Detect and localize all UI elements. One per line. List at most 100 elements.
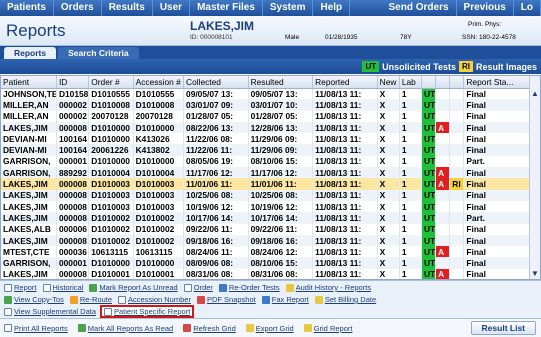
table-row[interactable]: GARRISON, 000001 D1010000 D1010000 08/09/06 … xyxy=(1,257,531,269)
cell-status: Final xyxy=(463,246,531,258)
col-resulted[interactable]: Resulted xyxy=(248,76,314,89)
menu-user[interactable]: User xyxy=(153,0,191,16)
cell-ri xyxy=(449,268,465,279)
col-ri-flag[interactable] xyxy=(449,76,465,89)
re-route-action[interactable]: Re-Route xyxy=(69,295,112,304)
cell-ri xyxy=(449,88,465,100)
table-row[interactable]: LAKES,JIM 000008 D1010003 D1010003 11/01/06 … xyxy=(1,178,531,190)
pdf-label: PDF Snapshot xyxy=(206,295,256,304)
pdf-snapshot-action[interactable]: PDF Snapshot xyxy=(196,295,256,304)
menu-send-orders[interactable]: Send Orders xyxy=(382,0,457,16)
col-report-status[interactable]: Report Sta... xyxy=(463,76,531,89)
cell-new: X xyxy=(377,144,400,156)
col-id[interactable]: ID xyxy=(56,76,90,89)
menu-patients[interactable]: Patients xyxy=(0,0,54,16)
patient-id: ID: 000008101 xyxy=(190,34,233,41)
cell-ab xyxy=(435,110,451,122)
table-row[interactable]: LAKES,ALB 000006 D1010002 D1010002 09/22/06 … xyxy=(1,223,531,235)
menu-master-files[interactable]: Master Files xyxy=(190,0,263,16)
cell-patient: DEVIAN-MI xyxy=(1,144,57,156)
table-row[interactable]: LAKES,JIM 000008 D1010002 D1010002 09/18/06 … xyxy=(1,234,531,247)
fax-report-action[interactable]: Fax Report xyxy=(261,295,309,304)
cell-res: 11/17/06 12: xyxy=(248,167,314,179)
cell-res: 11/29/06 09: xyxy=(248,144,314,156)
cell-status: Final xyxy=(463,257,531,269)
page-title: Reports xyxy=(6,21,66,40)
table-row[interactable]: JOHNSON,TE D10158 D1010555 D1010555 09/05/07… xyxy=(1,88,531,100)
mark-all-read-action[interactable]: Mark All Reports As Read xyxy=(77,324,173,333)
menu-logout[interactable]: Lo xyxy=(514,0,541,16)
cell-acc: D1010555 xyxy=(133,88,185,100)
table-row[interactable]: MTEST,CTE 000036 10613115 10613115 08/24/06 … xyxy=(1,246,531,258)
reorder-tests-action[interactable]: Re-Order Tests xyxy=(218,283,280,292)
table-row[interactable]: LAKES,JIM 000008 D1010003 D1010003 10/19/06 … xyxy=(1,200,531,213)
tab-search-criteria[interactable]: Search Criteria xyxy=(58,47,139,59)
audit-history-action[interactable]: Audit History - Reports xyxy=(285,283,371,292)
result-list-button[interactable]: Result List xyxy=(470,321,536,335)
col-reported[interactable]: Reported xyxy=(312,76,378,89)
scroll-down-icon[interactable]: ▼ xyxy=(530,269,540,279)
col-order[interactable]: Order # xyxy=(88,76,134,89)
print-icon xyxy=(4,324,12,332)
tab-reports[interactable]: Reports xyxy=(4,47,57,59)
view-supplemental-data-action[interactable]: View Supplemental Data xyxy=(4,307,96,316)
col-collected[interactable]: Collected xyxy=(183,76,249,89)
table-row[interactable]: DEVIAN-MI 100164 20061226 K413802 11/22/06 1… xyxy=(1,144,531,156)
order-action[interactable]: Order xyxy=(183,283,213,292)
menu-results[interactable]: Results xyxy=(102,0,153,16)
grid-report-action[interactable]: Grid Report xyxy=(303,324,352,333)
table-row[interactable]: LAKES,JIM 000008 D1010000 D1010000 08/22/06 … xyxy=(1,121,531,134)
col-new[interactable]: New xyxy=(377,76,400,89)
patient-sex: Male xyxy=(285,34,300,41)
print-all-reports-action[interactable]: Print All Reports xyxy=(4,324,68,333)
cell-acc: D1010000 xyxy=(133,121,185,134)
menu-help[interactable]: Help xyxy=(313,0,351,16)
menu-orders[interactable]: Orders xyxy=(54,0,102,16)
report-action[interactable]: Report xyxy=(4,283,37,292)
cell-id: 889292 xyxy=(56,167,90,179)
cell-coll: 10/17/06 14: xyxy=(183,212,249,224)
col-accession[interactable]: Accession # xyxy=(133,76,185,89)
cell-lab: 1 xyxy=(399,155,423,168)
cell-new: X xyxy=(377,257,400,269)
menu-system[interactable]: System xyxy=(263,0,314,16)
cell-status: Part. xyxy=(463,212,531,224)
cell-ri: RI xyxy=(449,178,465,190)
table-row[interactable]: DEVIAN-MI 100164 D1010000 K413026 11/22/06 0… xyxy=(1,133,531,145)
col-ut-flag[interactable] xyxy=(421,76,437,89)
cell-ri xyxy=(449,189,465,201)
cell-coll: 08/05/06 19: xyxy=(183,155,249,168)
cell-ab: A xyxy=(435,268,451,279)
cell-status: Final xyxy=(463,200,531,213)
cell-lab: 1 xyxy=(399,200,423,213)
refresh-grid-action[interactable]: Refresh Grid xyxy=(183,324,236,333)
export-grid-action[interactable]: Export Grid xyxy=(245,324,294,333)
col-patient[interactable]: Patient xyxy=(1,76,57,89)
set-billing-date-action[interactable]: Set Billing Date xyxy=(314,295,376,304)
mark-unread-action[interactable]: Mark Report As Unread xyxy=(89,283,178,292)
cell-ri xyxy=(449,133,465,145)
table-row[interactable]: MILLER,AN 000002 D1010008 D1010008 03/01/07 … xyxy=(1,99,531,111)
table-row[interactable]: GARRISON, 889292 D1010004 D1010004 11/17/06 … xyxy=(1,167,531,179)
historical-action[interactable]: Historical xyxy=(42,283,83,292)
accession-number-action[interactable]: Accession Number xyxy=(118,295,191,304)
cell-rep: 11/08/13 11: xyxy=(312,88,378,100)
col-abnormal-flag[interactable] xyxy=(435,76,451,89)
cell-coll: 11/22/06 11: xyxy=(183,144,249,156)
table-row[interactable]: MILLER,AN 000002 20070128 20070128 01/28/07 … xyxy=(1,110,531,122)
table-row[interactable]: LAKES,JIM 000008 D1010003 D1010003 10/25/06 … xyxy=(1,189,531,201)
table-row[interactable]: LAKES,JIM 000008 D1010001 D1010001 08/31/06 … xyxy=(1,268,531,279)
table-row[interactable]: LAKES,JIM 000008 D1010002 D1010002 10/17/06 … xyxy=(1,212,531,224)
scroll-up-icon[interactable]: ▲ xyxy=(530,89,540,99)
cell-rep: 11/08/13 11: xyxy=(312,110,378,122)
cell-id: 000006 xyxy=(56,223,90,235)
col-lab[interactable]: Lab xyxy=(399,76,423,89)
menu-previous[interactable]: Previous xyxy=(457,0,514,16)
cell-res: 09/22/06 11: xyxy=(248,223,314,235)
copy-tos-icon xyxy=(4,295,12,304)
grid-scrollbar[interactable]: ▲ ▼ xyxy=(529,76,540,279)
table-row[interactable]: GARRISON, 000001 D1010000 D1010000 08/05/06 … xyxy=(1,155,531,168)
patient-specific-report-action[interactable]: Patient Specific Report xyxy=(99,305,195,318)
view-copy-tos-action[interactable]: View Copy-Tos xyxy=(4,295,64,304)
cell-ut: UT xyxy=(421,155,437,168)
